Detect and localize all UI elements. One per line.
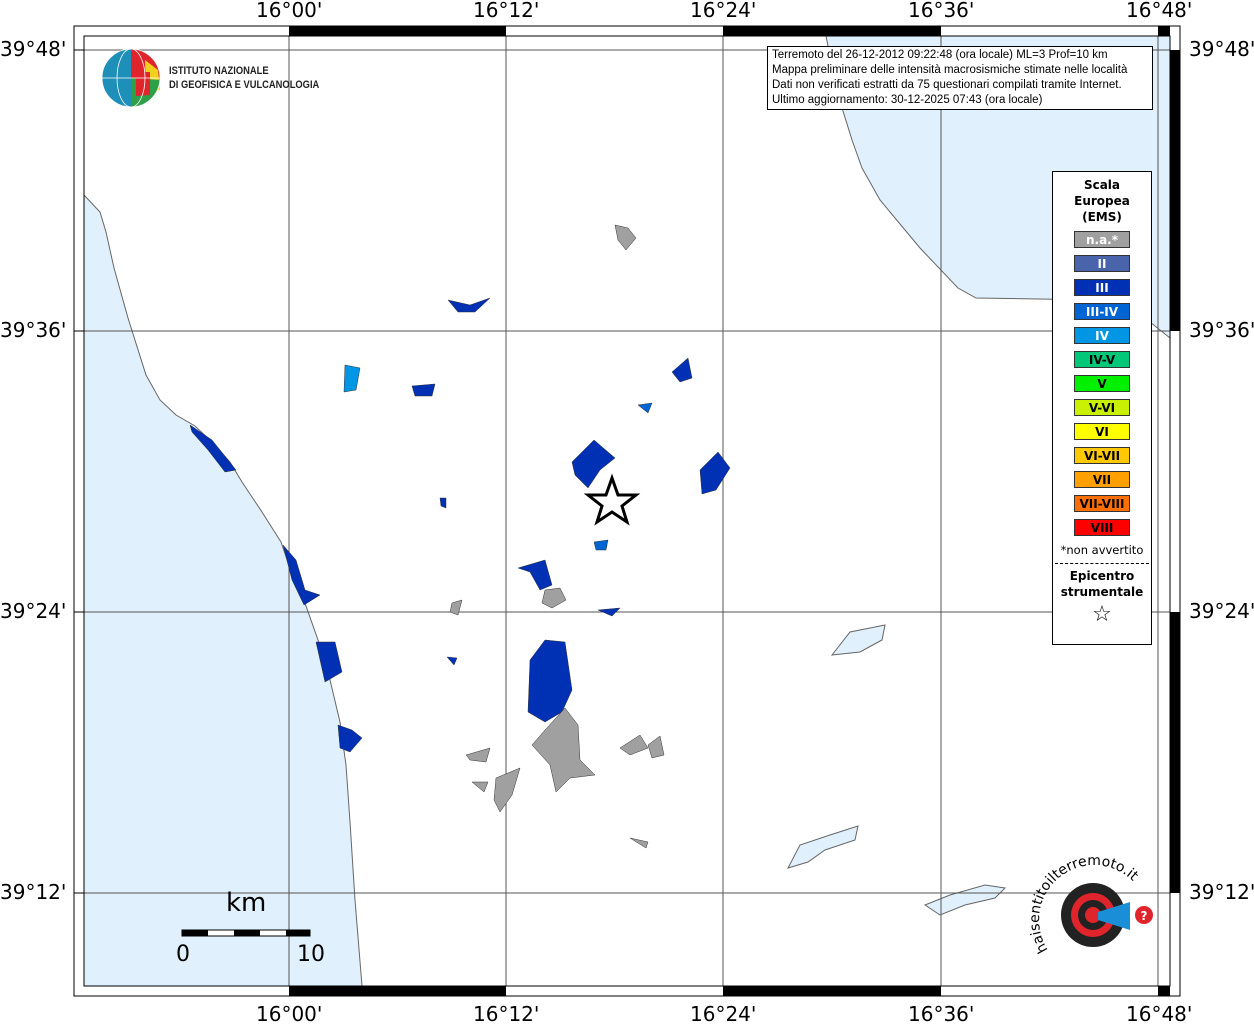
legend-swatch: n.a.*: [1074, 231, 1130, 248]
legend-swatch: IV-V: [1074, 351, 1130, 368]
event-info-box: Terremoto del 26-12-2012 09:22:48 (ora l…: [767, 46, 1153, 110]
ingv-name-line: ISTITUTO NAZIONALE: [169, 65, 269, 77]
legend-swatch: III: [1074, 279, 1130, 296]
legend-swatch: VIII: [1074, 519, 1130, 536]
scale-bar: [181, 929, 311, 937]
legend-note: *non avvertito: [1060, 543, 1144, 557]
lon-tick: 16°24': [690, 0, 757, 22]
legend-swatch: II: [1074, 255, 1130, 272]
lat-tick: 39°48': [0, 37, 67, 61]
legend-swatch: VII-VIII: [1074, 495, 1130, 512]
epicenter-label-line: Epicentro: [1069, 569, 1135, 583]
svg-text:?: ?: [1141, 909, 1148, 923]
lat-tick: 39°12': [1189, 880, 1254, 904]
lon-tick: 16°00': [256, 1002, 323, 1026]
lat-tick: 39°36': [0, 318, 67, 342]
legend-swatch: V-VI: [1074, 399, 1130, 416]
lon-tick: 16°00': [256, 0, 323, 22]
lon-tick: 16°24': [690, 1002, 757, 1026]
intensity-legend: Scala Europea (EMS) n.a.* II III III-IV IV IV-V…: [1052, 171, 1152, 645]
town-III: [411, 383, 436, 397]
lon-tick: 16°36': [908, 1002, 975, 1026]
ingv-name-line: DI GEOFISICA E VULCANOLOGIA: [169, 79, 320, 91]
star-icon: ☆: [1092, 602, 1112, 627]
lat-tick: 39°24': [0, 599, 67, 623]
legend-title: Scala Europea (EMS): [1053, 177, 1151, 225]
town-III-IV: [593, 539, 609, 551]
legend-swatch: VI: [1074, 423, 1130, 440]
info-line: Terremoto del 26-12-2012 09:22:48 (ora l…: [772, 49, 1108, 61]
legend-swatch: IV: [1074, 327, 1130, 344]
epicenter-label: Epicentro strumentale: [1053, 568, 1151, 600]
lat-tick: 39°12': [0, 880, 67, 904]
legend-swatch: VI-VII: [1074, 447, 1130, 464]
info-line: Mappa preliminare delle intensità macros…: [772, 64, 1128, 76]
scale-max: 10: [297, 942, 325, 967]
legend-title-line: Scala: [1083, 178, 1121, 192]
legend-swatch: VII: [1074, 471, 1130, 488]
lon-tick: 16°48': [1126, 1002, 1193, 1026]
info-line: Dati non verificati estratti da 75 quest…: [772, 79, 1122, 91]
legend-swatch: III-IV: [1074, 303, 1130, 320]
legend-divider: [1055, 563, 1149, 564]
lat-tick: 39°36': [1189, 318, 1254, 342]
lon-tick: 16°36': [908, 0, 975, 22]
lon-tick: 16°12': [473, 0, 540, 22]
lon-tick: 16°12': [473, 1002, 540, 1026]
lon-tick: 16°48': [1126, 0, 1193, 22]
legend-title-line: (EMS): [1082, 210, 1122, 224]
scale-min: 0: [176, 942, 190, 967]
scale-unit: km: [226, 888, 267, 918]
ingv-logo: [101, 48, 161, 108]
legend-title-line: Europea: [1074, 194, 1130, 208]
ingv-name: ISTITUTO NAZIONALE DI GEOFISICA E VULCAN…: [169, 64, 319, 92]
legend-swatch: V: [1074, 375, 1130, 392]
lat-tick: 39°24': [1189, 599, 1254, 623]
epicenter-label-line: strumentale: [1060, 585, 1144, 599]
info-line: Ultimo aggiornamento: 30-12-2025 07:43 (…: [772, 94, 1043, 106]
lat-tick: 39°48': [1189, 37, 1254, 61]
